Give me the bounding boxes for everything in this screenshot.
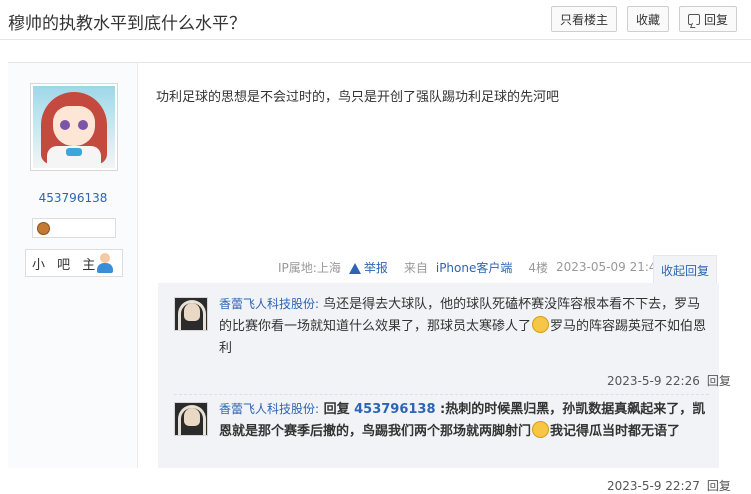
report-label: 举报 bbox=[363, 260, 388, 275]
post-content: 功利足球的思想是不会过时的，鸟只是开创了强队踢功利足球的先河吧 bbox=[156, 90, 560, 105]
reply-text: 香蕾飞人科技股份: 回复 453796138 :热刺的时候黑归黑，孙凯数据真飙起… bbox=[219, 398, 709, 443]
collapse-replies-button[interactable]: 收起回复 bbox=[653, 255, 717, 285]
author-avatar[interactable] bbox=[30, 83, 118, 171]
reply-prefix: 回复 bbox=[319, 402, 355, 417]
reply-time: 2023-5-9 22:27 bbox=[607, 479, 700, 493]
warning-icon bbox=[348, 262, 361, 274]
reply-meta: 2023-5-9 22:27 回复 bbox=[607, 477, 731, 494]
reply-to-reply-button[interactable]: 回复 bbox=[707, 479, 731, 493]
reply-body-tail: 我记得瓜当时都无语了 bbox=[550, 424, 681, 439]
reply-avatar[interactable] bbox=[174, 402, 208, 436]
smile-emoji-icon bbox=[532, 421, 550, 438]
user-icon bbox=[96, 253, 114, 273]
post-time: 2023-05-09 21:42 bbox=[556, 260, 665, 274]
thread-header: 穆帅的执教水平到底什么水平？ 只看楼主 收藏 回复 bbox=[0, 0, 751, 40]
comment-icon bbox=[687, 13, 700, 25]
avatar-image bbox=[33, 86, 115, 168]
grimace-emoji-icon bbox=[532, 316, 550, 333]
thread-title: 穆帅的执教水平到底什么水平？ bbox=[8, 14, 246, 34]
report-link[interactable]: 举报 bbox=[348, 259, 396, 276]
reply-time: 2023-5-9 22:26 bbox=[607, 374, 700, 388]
reply-divider bbox=[174, 394, 709, 395]
reply-to-reply-button[interactable]: 回复 bbox=[707, 374, 731, 388]
football-icon bbox=[37, 222, 50, 235]
post-floor: 453796138 小 吧 主 功利足球的思想是不会过时的，鸟只是开创了强队踢功… bbox=[8, 62, 751, 493]
reply-meta: 2023-5-9 22:26 回复 bbox=[607, 372, 731, 389]
source: 来自 iPhone客户端 bbox=[404, 259, 521, 276]
post-meta: IP属地:上海 举报 来自 iPhone客户端 4楼 2023-05-09 21:… bbox=[278, 259, 672, 275]
reply-author[interactable]: 香蕾飞人科技股份: bbox=[219, 402, 319, 416]
role-label: 小 吧 主 bbox=[32, 257, 100, 273]
reply-button-label: 回复 bbox=[703, 12, 728, 27]
level-badge bbox=[32, 218, 116, 238]
moderator-badge[interactable]: 小 吧 主 bbox=[25, 249, 123, 277]
reply-avatar[interactable] bbox=[174, 297, 208, 331]
favorite-button[interactable]: 收藏 bbox=[627, 6, 669, 32]
reply-list: 香蕾飞人科技股份: 鸟还是得去大球队，他的球队死磕杯赛没阵容根本看不下去，罗马的… bbox=[158, 283, 731, 493]
reply-mention[interactable]: 453796138 bbox=[354, 402, 435, 417]
reply-author[interactable]: 香蕾飞人科技股份: bbox=[219, 297, 319, 311]
reply-button[interactable]: 回复 bbox=[679, 6, 737, 32]
source-link[interactable]: iPhone客户端 bbox=[436, 261, 513, 275]
only-op-button[interactable]: 只看楼主 bbox=[551, 6, 617, 32]
source-prefix: 来自 bbox=[403, 260, 428, 275]
author-sidebar: 453796138 小 吧 主 bbox=[8, 63, 138, 468]
author-name[interactable]: 453796138 bbox=[8, 191, 138, 205]
floor-number: 4楼 bbox=[528, 260, 549, 275]
ip-location: IP属地:上海 bbox=[278, 260, 341, 275]
spacer bbox=[0, 41, 751, 61]
reply-text: 香蕾飞人科技股份: 鸟还是得去大球队，他的球队死磕杯赛没阵容根本看不下去，罗马的… bbox=[219, 293, 709, 360]
